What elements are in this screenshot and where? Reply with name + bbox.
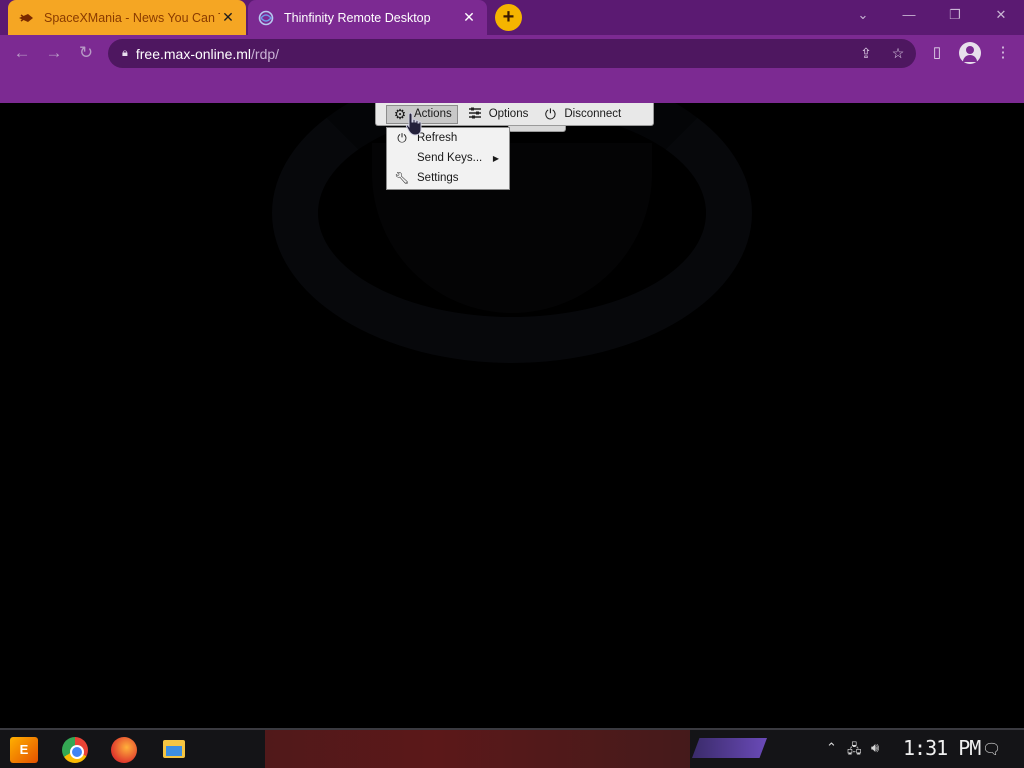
- submenu-arrow-icon: ▶: [492, 153, 499, 163]
- taskbar-decoration: [692, 738, 767, 758]
- menu-item-label: Settings: [417, 172, 459, 184]
- close-tab-icon[interactable]: ✕: [461, 9, 477, 26]
- disconnect-label: Disconnect: [564, 108, 622, 120]
- clock[interactable]: 1:31 PM: [903, 736, 981, 760]
- tab-title: Thinfinity Remote Desktop: [284, 10, 431, 25]
- close-window-button[interactable]: ✕: [978, 0, 1024, 30]
- file-explorer-icon[interactable]: [163, 740, 185, 758]
- bookmark-star-icon[interactable]: ☆: [888, 39, 908, 68]
- lock-icon[interactable]: 🔒︎: [122, 47, 128, 60]
- toolbar-handle[interactable]: [508, 126, 566, 132]
- hand-cursor-icon: [405, 112, 422, 136]
- disconnect-button[interactable]: ⏻ Disconnect: [537, 105, 626, 124]
- share-icon[interactable]: ⇪: [856, 39, 876, 68]
- address-bar[interactable]: 🔒︎ free.max-online.ml/rdp/ ⇪ ☆: [108, 39, 916, 68]
- chrome-icon[interactable]: [62, 737, 88, 763]
- new-tab-button[interactable]: +: [495, 4, 522, 31]
- reload-icon[interactable]: ↻: [73, 41, 99, 65]
- more-menu-icon[interactable]: ⋮: [991, 41, 1015, 65]
- tab-title: SpaceXMania - News You Can T: [44, 10, 220, 25]
- options-button[interactable]: Options: [462, 105, 534, 124]
- actions-menu: ⏻ Refresh Send Keys... ▶ 🔧︎ Settings: [386, 127, 510, 190]
- profile-avatar-icon[interactable]: [959, 42, 981, 64]
- minimize-button[interactable]: —: [886, 0, 932, 30]
- restore-button[interactable]: ❐: [932, 0, 978, 30]
- tab-bar: SpaceXMania - News You Can T ✕ Thinfinit…: [0, 0, 1024, 35]
- wrench-icon: 🔧︎: [394, 171, 410, 185]
- forward-arrow-icon[interactable]: →: [41, 41, 67, 65]
- menu-item-label: Send Keys...: [417, 152, 483, 164]
- thinfinity-favicon-icon: [258, 10, 274, 26]
- url-path: /rdp/: [251, 45, 280, 62]
- side-panel-icon[interactable]: ▯: [925, 41, 949, 65]
- volume-icon[interactable]: 🔊︎: [871, 740, 879, 756]
- network-icon[interactable]: 🖧︎: [847, 740, 862, 762]
- url-host: free.max-online.ml: [135, 45, 252, 62]
- close-tab-icon[interactable]: ✕: [220, 9, 236, 26]
- remote-desktop-view[interactable]: ⚙ Actions Options ⏻ Disconnect ⏻ Refresh…: [0, 103, 1024, 728]
- taskbar: E ⌃ 🖧︎ 🔊︎ 1:31 PM 🗨︎: [0, 728, 1024, 768]
- page-header-strip: [0, 71, 1024, 103]
- firefox-icon[interactable]: [111, 737, 137, 763]
- menu-item-settings[interactable]: 🔧︎ Settings: [387, 168, 509, 188]
- taskbar-window-preview[interactable]: [265, 730, 690, 768]
- tab-search-chevron-down-icon[interactable]: ⌄: [840, 0, 886, 30]
- power-icon: ⏻: [544, 106, 556, 122]
- chevron-up-icon[interactable]: ⌃: [826, 740, 837, 756]
- menu-item-send-keys[interactable]: Send Keys... ▶: [387, 148, 509, 168]
- sliders-icon: [467, 106, 483, 122]
- tab-spacexmania[interactable]: SpaceXMania - News You Can T ✕: [8, 0, 246, 35]
- options-label: Options: [488, 108, 529, 120]
- notification-icon[interactable]: 🗨︎: [982, 740, 1001, 758]
- start-button[interactable]: E: [10, 737, 38, 763]
- browser-toolbar: ← → ↻ 🔒︎ free.max-online.ml/rdp/ ⇪ ☆ ▯ ⋮: [0, 35, 1024, 71]
- back-arrow-icon[interactable]: ←: [9, 41, 35, 65]
- tab-thinfinity[interactable]: Thinfinity Remote Desktop ✕: [248, 0, 487, 35]
- spacexmania-favicon-icon: [18, 10, 34, 26]
